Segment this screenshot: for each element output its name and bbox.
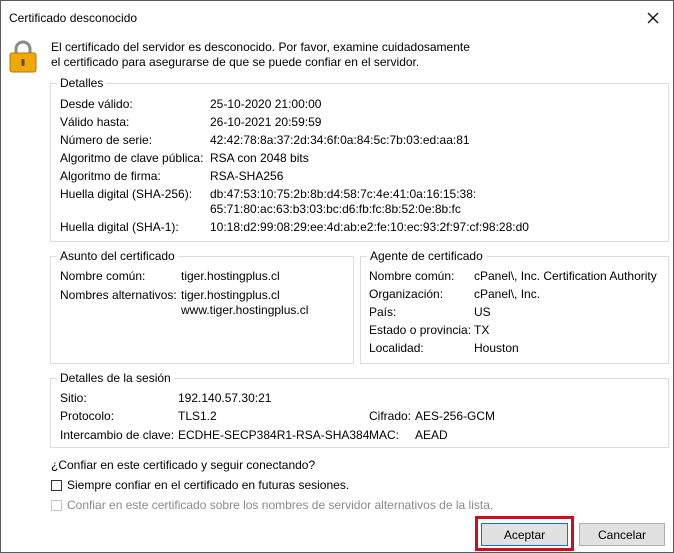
message-line-1: El certificado del servidor es desconoci… bbox=[51, 40, 470, 54]
cancel-button[interactable]: Cancelar bbox=[579, 523, 665, 546]
session-mac-value: AEAD bbox=[415, 428, 448, 442]
details-label: Número de serie: bbox=[60, 133, 153, 147]
subject-group: Asunto del certificado Nombre común: tig… bbox=[50, 249, 354, 364]
close-icon bbox=[647, 12, 659, 24]
window-title: Certificado desconocido bbox=[9, 11, 138, 25]
session-cipher-value: AES-256-GCM bbox=[415, 409, 496, 423]
issuer-value: cPanel\, Inc. Certification Authority bbox=[474, 269, 657, 283]
trust-alt-names-checkbox bbox=[51, 499, 62, 511]
session-kex-value: ECDHE-SECP384R1-RSA-SHA384 bbox=[178, 428, 370, 442]
always-trust-label[interactable]: Siempre confiar en el certificado en fut… bbox=[67, 478, 349, 492]
certificate-dialog: Certificado desconocido El certificado d… bbox=[0, 0, 674, 553]
issuer-label: Organización: bbox=[369, 287, 444, 301]
session-group: Detalles de la sesión Sitio: 192.140.57.… bbox=[50, 371, 669, 448]
subject-value: tiger.hostingplus.cl www.tiger.hostingpl… bbox=[181, 288, 309, 317]
issuer-label: Nombre común: bbox=[369, 269, 455, 283]
details-value: 25-10-2020 21:00:00 bbox=[210, 97, 322, 111]
trust-alt-names-option: Confiar en este certificado sobre los no… bbox=[51, 498, 493, 512]
accept-button[interactable]: Aceptar bbox=[481, 523, 568, 546]
subject-label: Nombre común: bbox=[60, 269, 146, 283]
issuer-value: Houston bbox=[474, 341, 519, 355]
details-group: Detalles Desde válido: 25-10-2020 21:00:… bbox=[50, 76, 669, 242]
session-host-value: 192.140.57.30:21 bbox=[178, 391, 272, 405]
always-trust-checkbox[interactable] bbox=[51, 479, 62, 491]
subject-legend: Asunto del certificado bbox=[57, 249, 178, 263]
issuer-label: Localidad: bbox=[369, 341, 424, 355]
trust-alt-names-label: Confiar en este certificado sobre los no… bbox=[67, 498, 494, 512]
details-value: RSA con 2048 bits bbox=[210, 151, 309, 165]
details-value: 26-10-2021 20:59:59 bbox=[210, 115, 322, 129]
subject-label: Nombres alternativos: bbox=[60, 288, 177, 302]
details-value: 42:42:78:8a:37:2d:34:6f:0a:84:5c:7b:03:e… bbox=[210, 133, 470, 147]
issuer-group: Agente de certificado Nombre común: cPan… bbox=[360, 249, 669, 364]
details-label: Huella digital (SHA-1): bbox=[60, 220, 179, 234]
details-value: 10:18:d2:99:08:29:ee:4d:ab:e2:fe:10:ec:9… bbox=[210, 220, 529, 234]
details-value: db:47:53:10:75:2b:8b:d4:58:7c:4e:41:0a:1… bbox=[210, 187, 477, 216]
issuer-value: TX bbox=[474, 323, 490, 337]
subject-value: tiger.hostingplus.cl bbox=[181, 269, 280, 283]
session-host-label: Sitio: bbox=[60, 391, 87, 405]
title-bar: Certificado desconocido bbox=[1, 1, 673, 35]
session-protocol-value: TLS1.2 bbox=[178, 409, 217, 423]
issuer-label: País: bbox=[369, 305, 397, 319]
issuer-legend: Agente de certificado bbox=[367, 249, 486, 263]
issuer-value: cPanel\, Inc. bbox=[474, 287, 541, 301]
session-legend: Detalles de la sesión bbox=[57, 371, 174, 385]
session-kex-label: Intercambio de clave: bbox=[60, 428, 175, 442]
close-button[interactable] bbox=[641, 7, 665, 29]
session-protocol-label: Protocolo: bbox=[60, 409, 115, 423]
message-line-2: el certificado para asegurarse de que se… bbox=[51, 55, 420, 69]
issuer-label: Estado o provincia: bbox=[369, 323, 472, 337]
details-label: Válido hasta: bbox=[60, 115, 130, 129]
warning-message: El certificado del servidor es desconoci… bbox=[51, 40, 470, 70]
details-label: Huella digital (SHA-256): bbox=[60, 187, 193, 201]
details-label: Desde válido: bbox=[60, 97, 133, 111]
lock-icon bbox=[9, 40, 37, 73]
always-trust-option[interactable]: Siempre confiar en el certificado en fut… bbox=[51, 478, 349, 492]
details-value: RSA-SHA256 bbox=[210, 169, 284, 183]
details-legend: Detalles bbox=[57, 76, 107, 90]
session-cipher-label: Cifrado: bbox=[369, 409, 412, 423]
details-label: Algoritmo de clave pública: bbox=[60, 151, 204, 165]
issuer-value: US bbox=[474, 305, 491, 319]
trust-question: ¿Confiar en este certificado y seguir co… bbox=[51, 458, 316, 472]
session-mac-label: MAC: bbox=[369, 428, 399, 442]
details-label: Algoritmo de firma: bbox=[60, 169, 161, 183]
